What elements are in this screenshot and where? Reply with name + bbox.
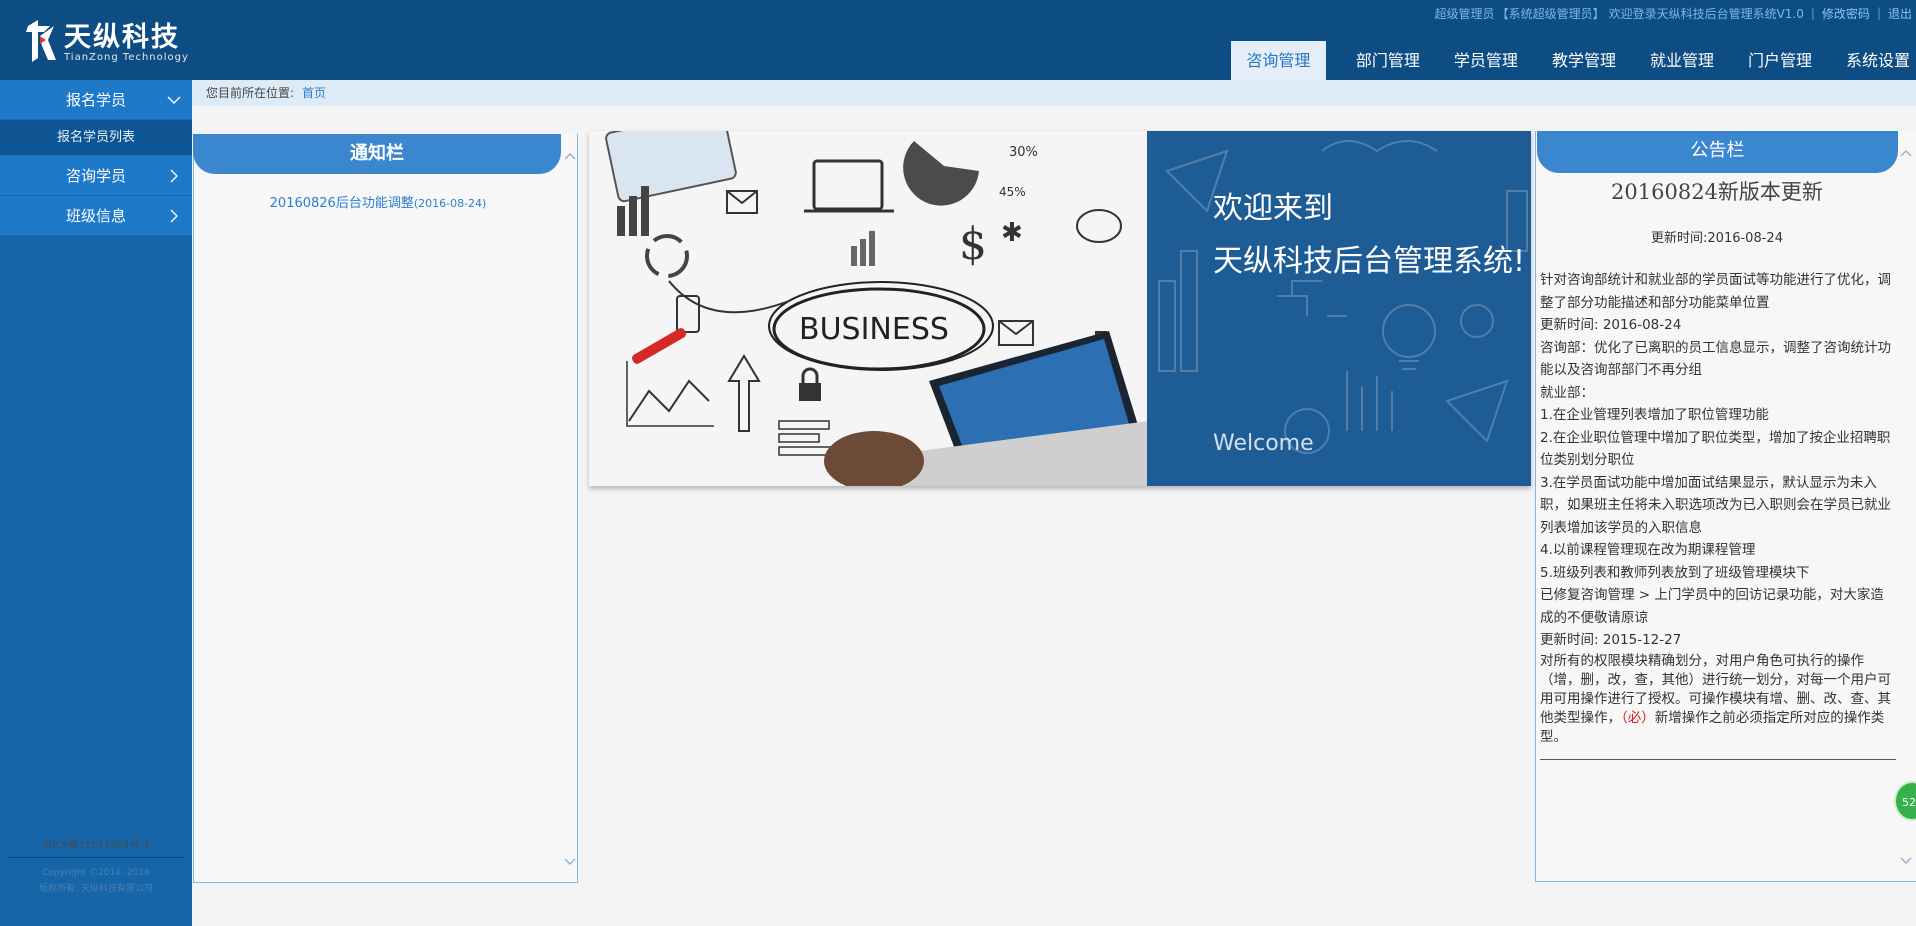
bulletin-paragraph: 更新时间: 2016-08-24 [1540,317,1682,333]
brand-name-en: TianZong Technology [64,52,189,63]
breadcrumb: 您目前所在位置: 首页 [192,80,1916,106]
bulletin-paragraph: 4.以前课程管理现在改为期课程管理 [1540,542,1756,558]
nav-tab-employment[interactable]: 就业管理 [1640,41,1724,80]
bulletin-paragraph: 对所有的权限模块精确划分，对用户角色可执行的操作（增，删，改，查，其他）进行统一… [1540,652,1896,747]
bulletin-paragraph: 3.在学员面试功能中增加面试结果显示，默认显示为未入职，如果班主任将未入职选项改… [1540,474,1891,536]
svg-text:✱: ✱ [1001,218,1023,248]
nav-tab-consult[interactable]: 咨询管理 [1230,41,1326,80]
chevron-right-icon [170,169,178,183]
banner-illustration: 30% 45% $ ✱ BUSINESS [589,131,1149,486]
user-role: 超级管理员 [1434,6,1495,21]
notice-item[interactable]: 20160826后台功能调整(2016-08-24) [194,192,562,211]
bulletin-paragraph: 针对咨询部统计和就业部的学员面试等功能进行了优化，调整了部分功能描述和部分功能菜… [1540,272,1891,311]
bulletin-paragraph: 5.班级列表和教师列表放到了班级管理模块下 [1540,564,1810,581]
sidebar-item-enrolled[interactable]: 报名学员 [0,80,192,120]
logo-mark-icon [26,20,56,62]
svg-text:$: $ [959,219,987,270]
banner-title-line2: 天纵科技后台管理系统! [1213,244,1526,279]
nav-tab-teaching[interactable]: 教学管理 [1542,41,1626,80]
bulletin-paragraph: 更新时间: 2015-12-27 [1540,632,1682,648]
brand-name-cn: 天纵科技 [64,22,180,53]
bulletin-update-time: 更新时间:2016-08-24 [1651,231,1783,246]
banner-word: BUSINESS [799,312,949,347]
nav-tab-department[interactable]: 部门管理 [1346,41,1430,80]
chevron-down-icon [167,96,181,104]
sidebar-item-label: 班级信息 [65,207,126,225]
breadcrumb-home-link[interactable]: 首页 [302,86,326,100]
nav-tab-students[interactable]: 学员管理 [1444,41,1528,80]
notice-panel-title: 通知栏 [193,134,561,174]
welcome-text: 欢迎登录天纵科技后台管理系统V1.0 [1608,6,1804,21]
banner-doodle-overlay [1147,131,1531,486]
bulletin-panel: 公告栏 20160824新版本更新 更新时间:2016-08-24 针对咨询部统… [1535,131,1916,882]
banner-welcome: Welcome [1213,431,1314,456]
breadcrumb-label: 您目前所在位置: [206,86,295,100]
scroll-down-icon[interactable] [564,858,576,866]
bulletin-body: 针对咨询部统计和就业部的学员面试等功能进行了优化，调整了部分功能描述和部分功能菜… [1540,269,1896,747]
notice-item-title: 20160826后台功能调整 [269,196,414,211]
chevron-right-icon [170,209,178,223]
header: 天纵科技 TianZong Technology 超级管理员 【系统超级管理员】… [0,0,1916,80]
floating-badge[interactable]: 52 [1894,781,1916,821]
nav-tab-portal[interactable]: 门户管理 [1738,41,1822,80]
banner-title-line1: 欢迎来到 [1213,191,1333,226]
scroll-up-icon[interactable] [1900,149,1912,157]
bulletin-paragraph: 咨询部：优化了已离职的员工信息显示，调整了咨询统计功能以及咨询部部门不再分组 [1540,339,1891,379]
svg-text:45%: 45% [999,185,1026,199]
banner-welcome-area [1147,131,1531,486]
svg-text:30%: 30% [1009,145,1038,160]
rights-notice: 版权所有: 天纵科技有限公司 [39,884,153,894]
bulletin-paragraph: 已修复咨询管理 > 上门学员中的回访记录功能，对大家造成的不便敬请原谅 [1540,587,1884,626]
sidebar-item-consult-students[interactable]: 咨询学员 [0,156,192,196]
sidebar-item-label: 报名学员 [65,91,126,109]
scroll-down-icon[interactable] [1900,857,1912,865]
sidebar-subitem-enrolled-list[interactable]: 报名学员列表 [0,120,192,156]
topbar-divider: | [1810,6,1815,20]
bulletin-divider [1540,759,1896,760]
sidebar-item-class-info[interactable]: 班级信息 [0,196,192,236]
logo: 天纵科技 TianZong Technology [24,18,188,64]
logout-link[interactable]: 退出 [1888,5,1912,22]
bulletin-headline: 20160824新版本更新 [1611,180,1823,204]
sidebar-item-label: 咨询学员 [65,167,126,185]
icp-number: 京ICP备11017824号-4 [8,836,184,858]
welcome-banner: 30% 45% $ ✱ BUSINESS 欢迎来到 天纵科技后台管理系统! We… [589,131,1531,486]
copyright: Copyright ©2014 -2016 [42,868,150,878]
notice-item-date: (2016-08-24) [413,197,487,210]
sidebar-footer: 京ICP备11017824号-4 Copyright ©2014 -2016 版… [0,836,192,896]
sidebar-menu: 报名学员 报名学员列表 咨询学员 班级信息 [0,80,192,236]
scroll-up-icon[interactable] [564,152,576,160]
nav-tab-settings[interactable]: 系统设置 [1836,41,1916,80]
business-doodle-illustration: 30% 45% $ ✱ BUSINESS [589,131,1149,486]
change-password-link[interactable]: 修改密码 [1822,5,1870,22]
notice-panel: 通知栏 20160826后台功能调整(2016-08-24) [193,134,578,883]
main-nav: 咨询管理 部门管理 学员管理 教学管理 就业管理 门户管理 系统设置 [1227,41,1916,80]
bulletin-panel-title: 公告栏 [1537,131,1898,173]
app-root: 天纵科技 TianZong Technology 超级管理员 【系统超级管理员】… [0,0,1916,926]
bulletin-paragraph: 就业部： [1540,384,1594,401]
sidebar: 报名学员 报名学员列表 咨询学员 班级信息 京ICP备11017824号-4 C… [0,80,192,926]
bulletin-paragraph: 2.在企业职位管理中增加了职位类型，增加了按企业招聘职位类别划分职位 [1540,429,1891,469]
bulletin-paragraph: 1.在企业管理列表增加了职位管理功能 [1540,407,1769,423]
topbar-divider: | [1876,6,1881,20]
bulletin-required-mark: （必） [1621,709,1655,726]
user-role-title: 【系统超级管理员】 [1496,6,1605,21]
user-topbar: 超级管理员 【系统超级管理员】 欢迎登录天纵科技后台管理系统V1.0 | 修改密… [1435,4,1916,22]
